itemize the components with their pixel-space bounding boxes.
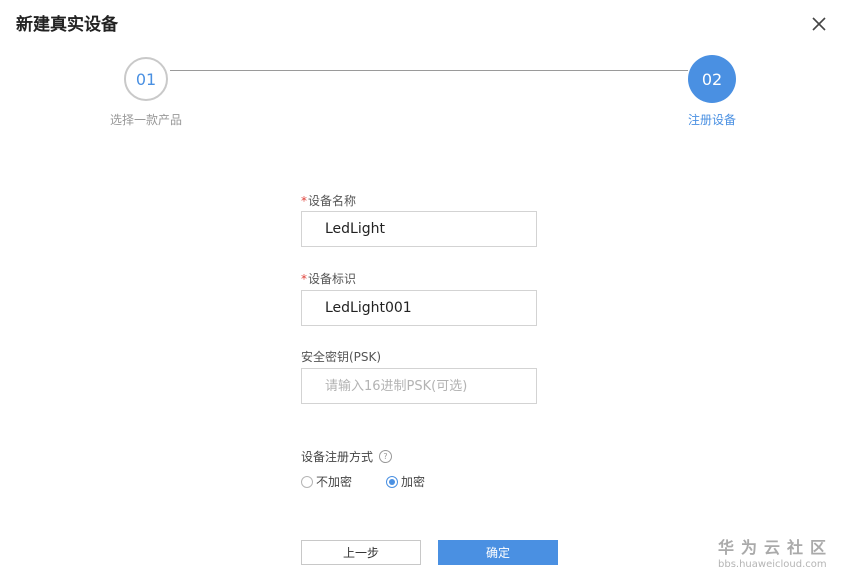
required-mark: * xyxy=(301,194,307,208)
step-label: 选择一款产品 xyxy=(109,113,182,127)
watermark-url: bbs.huaweicloud.com xyxy=(718,559,827,570)
step-register-device: 02 注册设备 xyxy=(662,55,762,128)
watermark-title: 华为云社区 xyxy=(718,538,834,557)
registration-method-label: 设备注册方式 ? xyxy=(301,448,393,465)
confirm-button[interactable]: 确定 xyxy=(438,540,558,565)
previous-step-button[interactable]: 上一步 xyxy=(301,540,421,565)
huawei-cloud-community-watermark: 华为云社区 bbs.huaweicloud.com xyxy=(718,534,833,570)
question-circle-icon[interactable]: ? xyxy=(379,450,393,463)
radio-no-encryption[interactable]: 不加密 xyxy=(301,473,352,490)
step-select-product: 01 选择一款产品 xyxy=(96,57,196,128)
device-name-label: *设备名称 xyxy=(301,194,357,208)
device-name-input[interactable] xyxy=(301,211,537,247)
step-label: 注册设备 xyxy=(687,113,736,127)
registration-method-radio-group: 不加密 加密 xyxy=(301,473,425,490)
device-id-label: *设备标识 xyxy=(301,272,357,286)
device-id-input[interactable] xyxy=(301,290,537,326)
dialog-title: 新建真实设备 xyxy=(16,15,118,35)
stepper-connector-line xyxy=(170,70,688,71)
required-mark: * xyxy=(301,272,307,286)
new-device-dialog: 新建真实设备 01 选择一款产品 02 注册设备 *设备名称 *设备标识 安全密… xyxy=(0,0,842,575)
radio-unchecked-icon[interactable] xyxy=(301,475,313,488)
step-number-circle: 01 xyxy=(124,57,168,101)
radio-encryption[interactable]: 加密 xyxy=(386,473,425,490)
psk-input[interactable] xyxy=(301,368,537,404)
step-number-circle: 02 xyxy=(688,55,736,103)
psk-label: 安全密钥(PSK) xyxy=(301,350,382,364)
close-icon[interactable] xyxy=(808,13,830,35)
radio-checked-icon[interactable] xyxy=(386,475,399,488)
